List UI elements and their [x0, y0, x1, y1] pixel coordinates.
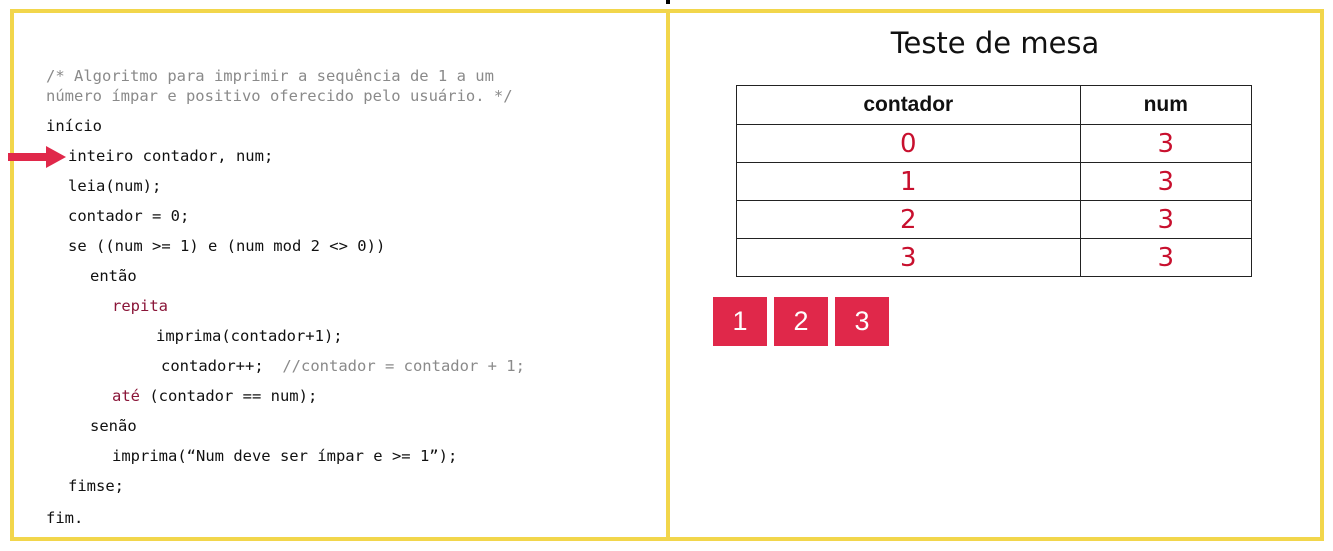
output-box: 1	[713, 297, 767, 346]
table-row: 2 3	[736, 200, 1253, 239]
trace-table: contador num 0 3 1 3 2 3 3 3	[736, 85, 1253, 277]
code-increment-comment: //contador = contador + 1;	[282, 357, 525, 375]
table-header-row: contador num	[736, 85, 1253, 125]
code-line-declare: inteiro contador, num;	[68, 147, 274, 165]
code-line-senao: senão	[90, 417, 137, 435]
header-num: num	[1079, 85, 1253, 125]
table-row: 1 3	[736, 162, 1253, 201]
trace-title: Teste de mesa	[890, 26, 1100, 60]
top-divider-mark	[666, 0, 670, 4]
cell-contador: 1	[736, 162, 1081, 201]
cell-contador: 3	[736, 238, 1081, 277]
cell-num: 3	[1079, 124, 1253, 163]
output-box: 2	[774, 297, 828, 346]
cell-num: 3	[1079, 200, 1253, 239]
code-comment-line-2: número ímpar e positivo oferecido pelo u…	[46, 87, 513, 105]
output-box: 3	[835, 297, 889, 346]
arrow-right-icon	[8, 146, 66, 168]
code-comment-line-1: /* Algoritmo para imprimir a sequência d…	[46, 67, 494, 85]
cell-contador: 2	[736, 200, 1081, 239]
code-line-entao: então	[90, 267, 137, 285]
code-line-imprima: imprima(contador+1);	[156, 327, 343, 345]
code-line-inicio: início	[46, 117, 102, 135]
cell-contador: 0	[736, 124, 1081, 163]
code-line-increment: contador++; //contador = contador + 1;	[161, 356, 525, 376]
code-line-imprima-error: imprima(“Num deve ser ímpar e >= 1”);	[112, 447, 458, 465]
code-line-fim: fim.	[46, 509, 84, 527]
code-ate-condition: (contador == num);	[140, 387, 318, 405]
code-line-ate: até (contador == num);	[112, 386, 317, 406]
code-keyword-repita: repita	[112, 297, 168, 315]
code-line-se: se ((num >= 1) e (num mod 2 <> 0))	[68, 237, 386, 255]
code-increment-statement: contador++;	[161, 357, 264, 375]
code-line-leia: leia(num);	[68, 177, 162, 195]
table-row: 3 3	[736, 238, 1253, 277]
cell-num: 3	[1079, 162, 1253, 201]
code-line-fimse: fimse;	[68, 477, 124, 495]
header-contador: contador	[736, 85, 1081, 125]
table-row: 0 3	[736, 124, 1253, 163]
code-line-init: contador = 0;	[68, 207, 190, 225]
cell-num: 3	[1079, 238, 1253, 277]
code-keyword-ate: até	[112, 387, 140, 405]
